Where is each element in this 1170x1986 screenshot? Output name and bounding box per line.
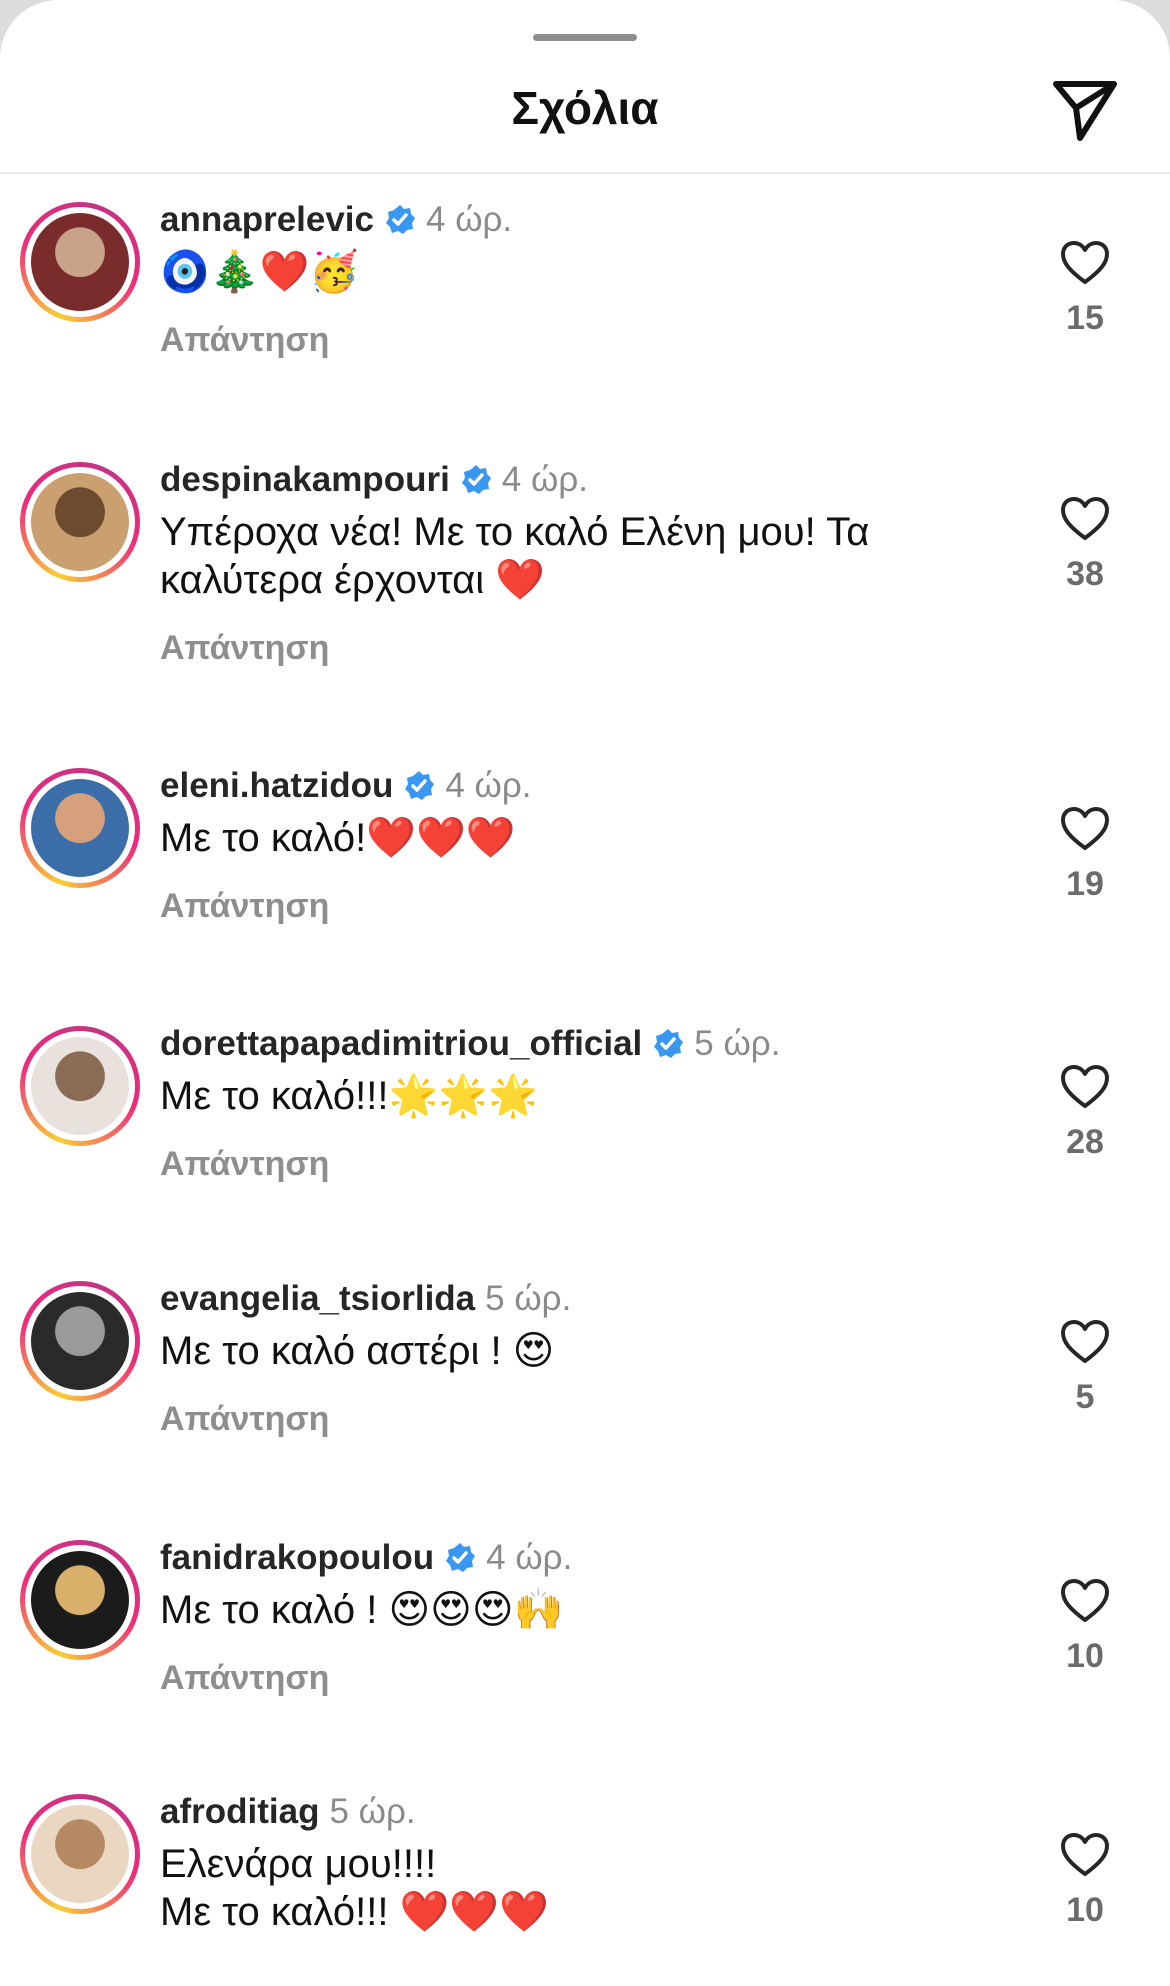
like-heart-icon[interactable] [1060, 240, 1110, 286]
avatar[interactable] [20, 202, 140, 322]
send-icon[interactable] [1050, 74, 1120, 144]
avatar[interactable] [20, 462, 140, 582]
reply-button[interactable]: Απάντηση [160, 626, 329, 670]
comments-sheet: Σχόλια annaprelevic 4 ώρ. 🧿🎄❤️🥳 Απάντηση 15 d… [0, 0, 1170, 1986]
like-heart-icon[interactable] [1060, 806, 1110, 852]
comment-text: Με το καλό!!!🌟🌟🌟 [160, 1074, 538, 1118]
comment-username[interactable]: fanidrakopoulou [160, 1536, 434, 1580]
comment-timestamp: 5 ώρ. [694, 1024, 781, 1063]
avatar-image [31, 1805, 129, 1903]
comment-timestamp: 5 ώρ. [329, 1792, 416, 1831]
comment-text: Με το καλό αστέρι ! 😍 [160, 1329, 555, 1373]
avatar-image [31, 779, 129, 877]
comment-text: Με το καλό ! 😍😍😍🙌 [160, 1588, 564, 1632]
verified-badge-icon [446, 1543, 476, 1572]
avatar-image [31, 213, 129, 311]
comment-item: annaprelevic 4 ώρ. 🧿🎄❤️🥳 Απάντηση 15 [0, 198, 1170, 448]
comment-timestamp: 4 ώρ. [445, 766, 532, 805]
avatar[interactable] [20, 768, 140, 888]
comment-username[interactable]: annaprelevic [160, 198, 374, 242]
like-heart-icon[interactable] [1060, 496, 1110, 542]
comment-meta: evangelia_tsiorlida 5 ώρ. [160, 1277, 571, 1321]
reply-button[interactable]: Απάντηση [160, 1142, 329, 1186]
comment-text: Ελενάρα μου!!!! Με το καλό!!! ❤️❤️❤️ [160, 1842, 550, 1934]
comment-item: afroditiag 5 ώρ. Ελενάρα μου!!!! Με το καλ… [0, 1790, 1170, 1986]
comment-item: eleni.hatzidou 4 ώρ. Με το καλό!❤️❤️❤️ Απάν… [0, 764, 1170, 1014]
avatar-image [31, 1037, 129, 1135]
comment-username[interactable]: eleni.hatzidou [160, 764, 393, 808]
verified-badge-icon [461, 465, 491, 494]
comment-username[interactable]: dorettapapadimitriou_official [160, 1022, 642, 1066]
reply-button[interactable]: Απάντηση [160, 1397, 329, 1441]
avatar[interactable] [20, 1026, 140, 1146]
comment-timestamp: 4 ώρ. [501, 460, 588, 499]
comment-meta: afroditiag 5 ώρ. [160, 1790, 416, 1834]
comment-text: Με το καλό!❤️❤️❤️ [160, 816, 516, 860]
reply-button[interactable]: Απάντηση [160, 318, 329, 362]
like-heart-icon[interactable] [1060, 1832, 1110, 1878]
comment-meta: fanidrakopoulou 4 ώρ. [160, 1536, 572, 1580]
like-count: 19 [1066, 865, 1104, 903]
like-heart-icon[interactable] [1060, 1064, 1110, 1110]
comment-timestamp: 4 ώρ. [426, 200, 513, 239]
like-count: 38 [1066, 555, 1104, 593]
avatar[interactable] [20, 1794, 140, 1914]
like-count: 28 [1066, 1123, 1104, 1161]
comment-text: 🧿🎄❤️🥳 [160, 250, 360, 294]
comment-text: Υπέροχα νέα! Με το καλό Ελένη μου! Τα κα… [160, 510, 881, 602]
like-count: 10 [1066, 1637, 1104, 1675]
drag-handle[interactable] [533, 34, 637, 41]
comment-item: dorettapapadimitriou_official 5 ώρ. Με το … [0, 1022, 1170, 1272]
comment-username[interactable]: evangelia_tsiorlida [160, 1277, 475, 1321]
comment-item: fanidrakopoulou 4 ώρ. Με το καλό ! 😍😍😍🙌 Απά… [0, 1536, 1170, 1786]
comment-username[interactable]: afroditiag [160, 1790, 319, 1834]
like-heart-icon[interactable] [1060, 1578, 1110, 1624]
page-title: Σχόλια [511, 82, 659, 134]
comment-username[interactable]: despinakampouri [160, 458, 450, 502]
like-heart-icon[interactable] [1060, 1319, 1110, 1365]
like-count: 5 [1075, 1378, 1095, 1416]
reply-button[interactable]: Απάντηση [160, 884, 329, 928]
avatar-image [31, 1292, 129, 1390]
header-divider [0, 172, 1170, 174]
avatar-image [31, 473, 129, 571]
avatar[interactable] [20, 1540, 140, 1660]
like-count: 10 [1066, 1891, 1104, 1929]
comment-meta: eleni.hatzidou 4 ώρ. [160, 764, 532, 808]
comment-meta: despinakampouri 4 ώρ. [160, 458, 588, 502]
comment-item: evangelia_tsiorlida 5 ώρ. Με το καλό αστέρ… [0, 1277, 1170, 1527]
comment-timestamp: 4 ώρ. [486, 1538, 573, 1577]
like-count: 15 [1066, 299, 1104, 337]
avatar-image [31, 1551, 129, 1649]
comment-meta: annaprelevic 4 ώρ. [160, 198, 512, 242]
comment-timestamp: 5 ώρ. [485, 1279, 572, 1318]
comment-item: despinakampouri 4 ώρ. Υπέροχα νέα! Με το κ… [0, 458, 1170, 708]
avatar[interactable] [20, 1281, 140, 1401]
verified-badge-icon [654, 1029, 684, 1058]
reply-button[interactable]: Απάντηση [160, 1656, 329, 1700]
verified-badge-icon [405, 771, 435, 800]
verified-badge-icon [386, 205, 415, 234]
comment-meta: dorettapapadimitriou_official 5 ώρ. [160, 1022, 780, 1066]
